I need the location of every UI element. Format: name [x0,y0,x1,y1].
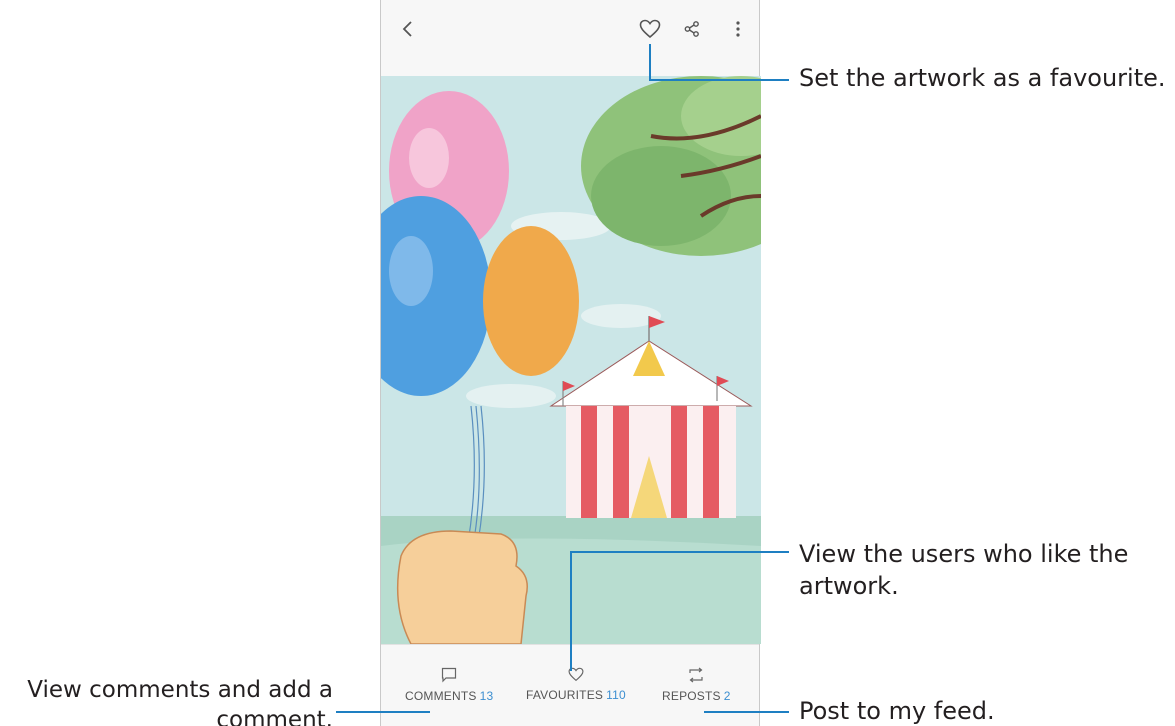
reposts-stat[interactable]: REPOSTS 2 [662,667,731,703]
leader-line-users-horizontal [570,551,789,553]
reposts-label: REPOSTS 2 [662,689,731,703]
share-icon [684,21,699,37]
callout-post-to-feed: Post to my feed. [799,697,995,725]
comments-label: COMMENTS 13 [405,689,494,703]
favourites-stat[interactable]: FAVOURITES 110 [526,667,626,702]
more-vertical-icon [736,21,740,37]
leader-line-users-vertical [570,551,572,671]
reposts-count: 2 [723,689,731,703]
favourites-label: FAVOURITES 110 [526,688,626,702]
comments-count: 13 [479,689,494,703]
favourites-count: 110 [606,688,626,702]
top-app-bar [381,0,759,76]
comment-icon [442,667,457,683]
leader-line-favourite-horizontal [649,79,789,81]
leader-line-comments [336,711,430,713]
repost-icon [689,667,703,683]
leader-line-feed [704,711,789,713]
callout-view-users: View the users who like the artwork. [799,540,1129,600]
more-options-button[interactable] [723,14,753,44]
back-button[interactable] [393,14,423,44]
callout-comments: View comments and add a comment. [27,677,333,726]
share-button[interactable] [677,14,707,44]
comments-stat[interactable]: COMMENTS 13 [405,667,493,703]
callout-favourite: Set the artwork as a favourite. [799,64,1166,92]
heart-outline-icon [639,19,661,39]
chevron-left-icon [402,21,412,37]
leader-line-favourite-vertical [649,44,651,80]
favourite-button[interactable] [635,14,665,44]
